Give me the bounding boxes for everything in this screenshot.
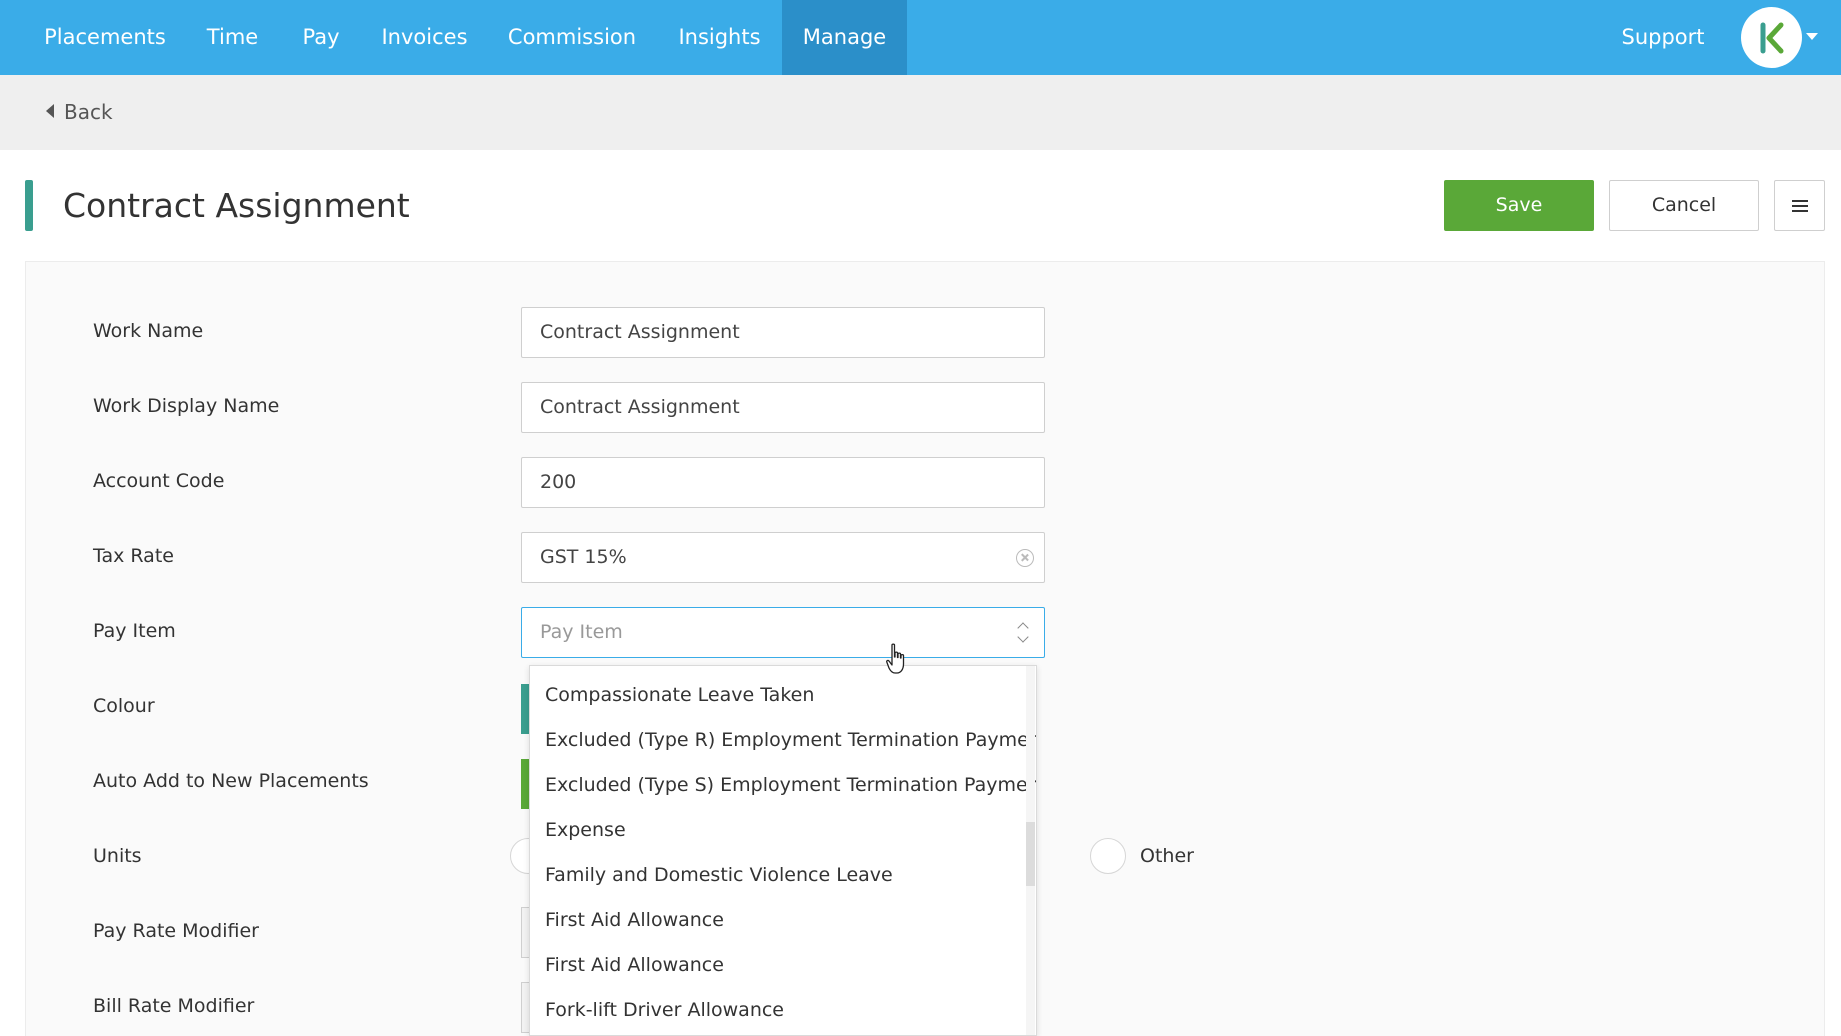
title-accent-bar [25, 180, 33, 231]
tax-rate-value: GST 15% [540, 546, 627, 568]
pay-item-placeholder: Pay Item [540, 621, 623, 643]
support-link[interactable]: Support [1600, 0, 1726, 75]
work-display-name-label: Work Display Name [93, 395, 280, 417]
dropdown-scrollbar-thumb[interactable] [1026, 822, 1035, 886]
cancel-button[interactable]: Cancel [1609, 180, 1759, 231]
units-radio-other[interactable] [1090, 838, 1126, 874]
work-display-name-input[interactable]: Contract Assignment [521, 382, 1045, 433]
bill-rate-modifier-label: Bill Rate Modifier [93, 995, 255, 1017]
avatar[interactable] [1741, 7, 1802, 68]
pay-item-select[interactable]: Pay Item [521, 607, 1045, 658]
units-option-other-label: Other [1140, 845, 1194, 867]
back-button[interactable]: Back [46, 75, 113, 150]
pay-rate-modifier-label: Pay Rate Modifier [93, 920, 259, 942]
tax-rate-label: Tax Rate [93, 545, 174, 567]
top-navigation: Placements Time Pay Invoices Commission … [0, 0, 1841, 75]
nav-item-pay[interactable]: Pay [280, 0, 362, 75]
auto-add-label: Auto Add to New Placements [93, 770, 369, 792]
sort-arrows-icon [1018, 622, 1030, 644]
brand-logo-icon [1760, 22, 1783, 53]
work-name-input[interactable]: Contract Assignment [521, 307, 1045, 358]
nav-item-insights[interactable]: Insights [657, 0, 782, 75]
clear-icon[interactable] [1016, 549, 1034, 567]
nav-item-manage[interactable]: Manage [782, 0, 907, 75]
dropdown-option[interactable]: Excluded (Type R) Employment Termination… [545, 726, 1036, 754]
units-label: Units [93, 845, 142, 867]
chevron-down-icon[interactable] [1806, 33, 1818, 40]
work-name-label: Work Name [93, 320, 204, 342]
colour-label: Colour [93, 695, 155, 717]
hamburger-icon [1792, 200, 1808, 212]
nav-item-placements[interactable]: Placements [25, 0, 185, 75]
dropdown-option[interactable]: Expense [545, 816, 1015, 844]
sub-bar: Back [0, 75, 1841, 150]
back-arrow-icon [46, 103, 54, 118]
dropdown-option[interactable]: First Aid Allowance [545, 951, 1015, 979]
dropdown-option[interactable]: Excluded (Type S) Employment Termination… [545, 771, 1036, 799]
nav-item-invoices[interactable]: Invoices [362, 0, 487, 75]
dropdown-option[interactable]: Family and Domestic Violence Leave [545, 861, 1015, 889]
save-button[interactable]: Save [1444, 180, 1594, 231]
pay-item-label: Pay Item [93, 620, 176, 642]
account-code-label: Account Code [93, 470, 225, 492]
page-title: Contract Assignment [63, 186, 410, 225]
pay-item-dropdown[interactable]: Compassionate Leave Taken Excluded (Type… [529, 665, 1037, 1036]
dropdown-option[interactable]: Fork-lift Driver Allowance [545, 996, 1015, 1024]
dropdown-option[interactable]: Compassionate Leave Taken [545, 681, 1015, 709]
nav-item-commission[interactable]: Commission [487, 0, 657, 75]
back-label: Back [64, 100, 113, 124]
dropdown-option[interactable]: First Aid Allowance [545, 906, 1015, 934]
menu-button[interactable] [1774, 180, 1825, 231]
hand-cursor-icon [886, 643, 905, 674]
nav-item-time[interactable]: Time [185, 0, 280, 75]
tax-rate-select[interactable]: GST 15% [521, 532, 1045, 583]
account-code-input[interactable]: 200 [521, 457, 1045, 508]
